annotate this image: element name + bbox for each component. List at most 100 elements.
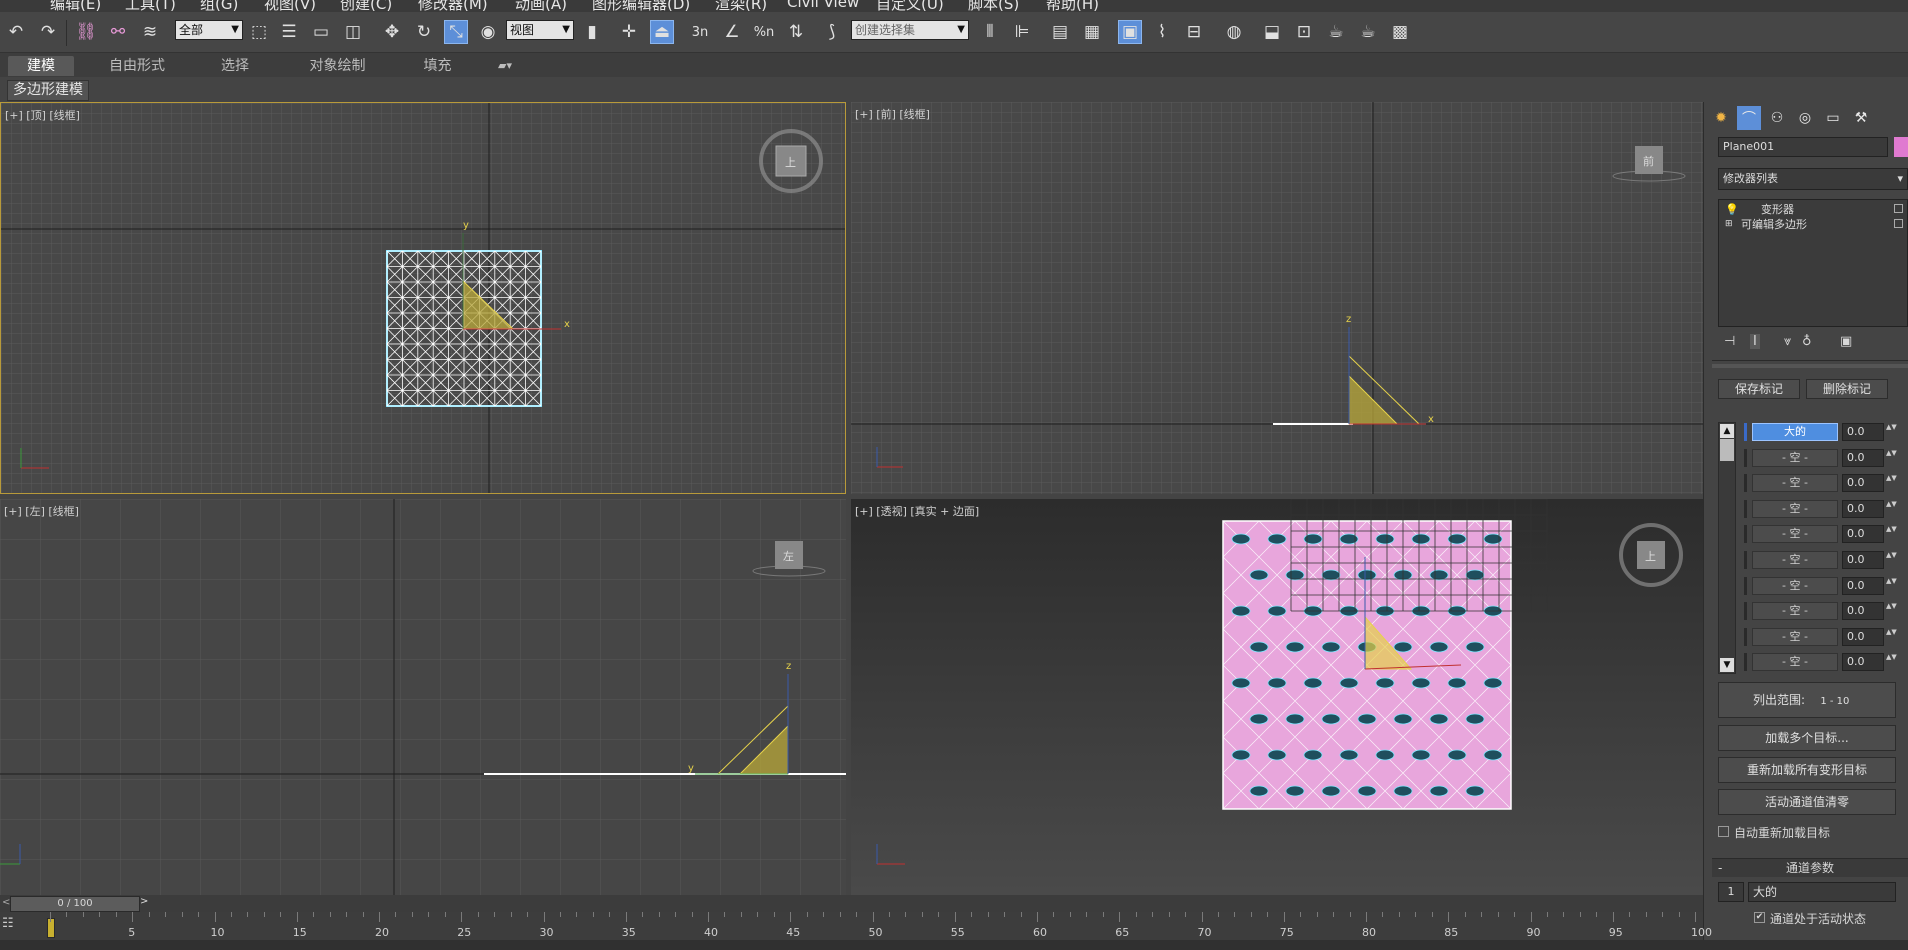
viewport-perspective-label[interactable]: [+] [透视] [真实 + 边面] (855, 503, 979, 519)
make-unique-icon[interactable]: ⩔ (1784, 334, 1791, 349)
auto-reload-option[interactable]: 自动重新加载目标 (1718, 824, 1908, 840)
morph-channel-row[interactable]: - 空 -0.0 ▲▼ (1744, 627, 1899, 647)
channel-value-spinner[interactable]: 0.0 (1842, 448, 1884, 467)
mini-curve-editor-icon[interactable]: ☷ (2, 916, 24, 934)
window-crossing-icon[interactable]: ◫ (341, 20, 365, 44)
percent-snap-icon[interactable]: %n (752, 20, 776, 44)
angle-snap-icon[interactable]: ∠ (720, 20, 744, 44)
channel-name-button[interactable]: - 空 - (1752, 551, 1838, 569)
object-color-swatch[interactable] (1894, 137, 1908, 157)
expand-icon[interactable]: ⊞ (1725, 217, 1733, 232)
material-editor-icon[interactable]: ◍ (1222, 20, 1246, 44)
tab-selection[interactable]: 选择 (200, 56, 270, 76)
spinner-arrows-icon[interactable]: ▲▼ (1886, 525, 1897, 543)
toggle-ribbon-icon[interactable]: ▦ (1080, 20, 1104, 44)
viewport-top-label[interactable]: [+] [顶] [线框] (5, 107, 80, 123)
rotate-icon[interactable]: ↻ (412, 20, 436, 44)
reference-coordinate-dropdown[interactable]: 视图 ▼ (506, 20, 574, 40)
schematic-view-icon[interactable]: ⊟ (1182, 20, 1206, 44)
channel-value-spinner[interactable]: 0.0 (1842, 525, 1884, 544)
configure-modifier-sets-icon[interactable]: ▣ (1840, 334, 1852, 349)
ribbon-options-icon[interactable]: ▰▾ (490, 56, 520, 76)
select-object-icon[interactable]: ⬚ (247, 20, 271, 44)
channel-name-field[interactable]: 大的 (1748, 882, 1896, 902)
named-selection-set-dropdown[interactable]: 创建选择集 ▼ (851, 20, 969, 40)
object-name-input[interactable]: Plane001 (1718, 137, 1888, 157)
polygon-modeling-panel[interactable]: 多边形建模 (7, 80, 89, 101)
channel-value-spinner[interactable]: 0.0 (1842, 602, 1884, 621)
tab-modeling[interactable]: 建模 (8, 56, 74, 76)
viewport-top[interactable]: y x 上 [+] [顶] [线框] (0, 102, 846, 494)
channel-number-field[interactable]: 1 (1718, 882, 1744, 902)
load-multiple-targets-button[interactable]: 加载多个目标... (1718, 725, 1896, 751)
spinner-arrows-icon[interactable]: ▲▼ (1886, 628, 1897, 646)
morph-channel-row[interactable]: - 空 -0.0 ▲▼ (1744, 576, 1899, 596)
morph-channel-row[interactable]: - 空 -0.0 ▲▼ (1744, 601, 1899, 621)
spinner-arrows-icon[interactable]: ▲▼ (1886, 653, 1897, 671)
menu-scripting[interactable]: 脚本(S) (968, 0, 1019, 12)
redo-icon[interactable]: ↷ (36, 20, 60, 44)
spinner-arrows-icon[interactable]: ▲▼ (1886, 474, 1897, 492)
spinner-arrows-icon[interactable]: ▲▼ (1886, 449, 1897, 467)
channel-parameters-rollout[interactable]: - 通道参数 (1712, 858, 1908, 877)
stack-item-morpher[interactable]: 💡 变形器 (1721, 202, 1905, 217)
channel-name-button[interactable]: - 空 - (1752, 576, 1838, 595)
time-slider-thumb[interactable]: 0 / 100 (10, 896, 140, 912)
morph-channel-row[interactable]: - 空 -0.0 ▲▼ (1744, 448, 1899, 468)
remove-modifier-icon[interactable]: ♁ (1802, 334, 1812, 349)
curve-editor-icon[interactable]: ⌇ (1150, 20, 1174, 44)
save-marker-button[interactable]: 保存标记 (1718, 379, 1800, 399)
layer-explorer-icon[interactable]: ▤ (1048, 20, 1072, 44)
channel-value-spinner[interactable]: 0.0 (1842, 499, 1884, 518)
render-setup-icon[interactable]: ⬓ (1260, 20, 1284, 44)
menu-rendering[interactable]: 渲染(R) (715, 0, 767, 12)
keyboard-shortcut-override-icon[interactable]: ⏏ (650, 20, 674, 44)
channel-value-spinner[interactable]: 0.0 (1842, 474, 1884, 493)
morph-channel-row[interactable]: - 空 -0.0 ▲▼ (1744, 652, 1899, 672)
channel-name-button[interactable]: - 空 - (1752, 525, 1838, 544)
mirror-icon[interactable]: ⫴ (978, 20, 1002, 44)
place-icon[interactable]: ◉ (476, 20, 500, 44)
spinner-arrows-icon[interactable]: ▲▼ (1886, 551, 1897, 569)
bind-space-warp-icon[interactable]: ≋ (138, 20, 162, 44)
hierarchy-tab-icon[interactable]: ⚇ (1765, 106, 1789, 130)
channel-name-button[interactable]: - 空 - (1752, 602, 1838, 621)
tab-freeform[interactable]: 自由形式 (92, 56, 182, 76)
reload-all-targets-button[interactable]: 重新加载所有变形目标 (1718, 757, 1896, 783)
spinner-arrows-icon[interactable]: ▲▼ (1886, 500, 1897, 518)
channel-value-spinner[interactable]: 0.0 (1842, 627, 1884, 646)
align-icon[interactable]: ⊫ (1010, 20, 1034, 44)
viewport-left[interactable]: z y 左 [+] [左] [线框] (0, 499, 846, 895)
selection-filter-dropdown[interactable]: 全部 ▼ (175, 20, 243, 40)
show-end-result-icon[interactable]: Ⅰ (1750, 334, 1760, 349)
menu-tools[interactable]: 工具(T) (125, 0, 176, 12)
spinner-arrows-icon[interactable]: ▲▼ (1886, 602, 1897, 620)
time-slider-bar[interactable]: < 0 / 100 > (0, 895, 1703, 912)
unlink-icon[interactable]: ⚯ (106, 20, 130, 44)
display-tab-icon[interactable]: ▭ (1821, 106, 1845, 130)
scroll-up-icon[interactable]: ▲ (1720, 424, 1734, 438)
scale-icon[interactable]: ⤡ (444, 20, 468, 44)
viewport-front[interactable]: z x 前 [+] [前] [线框] (851, 102, 1703, 494)
channel-name-button[interactable]: - 空 - (1752, 627, 1838, 646)
render-production-icon[interactable]: ☕ (1324, 20, 1348, 44)
utilities-tab-icon[interactable]: ⚒ (1849, 106, 1873, 130)
channel-active-checkbox[interactable]: ✔ (1754, 912, 1765, 923)
menu-create[interactable]: 创建(C) (340, 0, 392, 12)
pivot-center-icon[interactable]: ▮ (580, 20, 604, 44)
tab-populate[interactable]: 填充 (405, 56, 470, 76)
viewport-perspective[interactable]: 上 [+] [透视] [真实 + 边面] (851, 499, 1703, 895)
spinner-arrows-icon[interactable]: ▲▼ (1886, 423, 1897, 441)
time-marker[interactable] (47, 918, 55, 938)
pin-stack-icon[interactable]: ⊣ (1724, 334, 1735, 349)
timeline-track[interactable]: ☷ 5 10 15 20 25 30 35 40 45 50 55 60 65 70 75 80 85 90 95 1… (0, 912, 1712, 940)
zero-active-channels-button[interactable]: 活动通道值清零 (1718, 789, 1896, 815)
scroll-thumb[interactable] (1720, 439, 1734, 461)
channel-value-spinner[interactable]: 0.0 (1842, 576, 1884, 595)
morph-channel-row[interactable]: - 空 -0.0 ▲▼ (1744, 499, 1899, 519)
auto-reload-checkbox[interactable] (1718, 826, 1729, 837)
tab-object-paint[interactable]: 对象绘制 (290, 56, 385, 76)
channel-value-spinner[interactable]: 0.0 (1842, 653, 1884, 672)
create-tab-icon[interactable]: ✹ (1709, 106, 1733, 130)
menu-edit[interactable]: 编辑(E) (50, 0, 101, 12)
